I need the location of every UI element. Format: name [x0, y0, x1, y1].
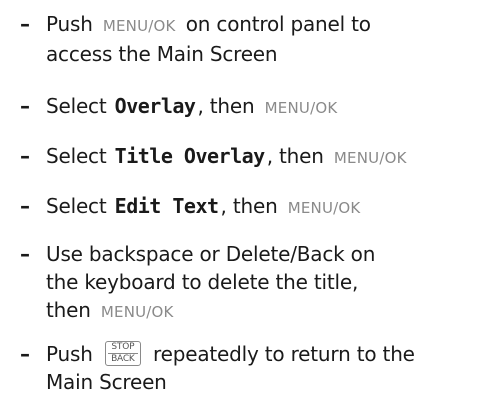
list-item: – Use backspace or Delete/Back on the ke… [20, 240, 480, 326]
bullet-dash: – [20, 194, 30, 218]
instruction-line: access the Main Screen [46, 42, 278, 66]
menu-ok-key: MENU/OK [287, 199, 361, 217]
list-item: – Push STOP BACK repeatedly to return to… [20, 340, 480, 396]
list-item: – Push MENU/OK on control panel to acces… [20, 10, 480, 68]
instruction-line: the keyboard to delete the title, [46, 270, 359, 294]
list-item: – Select Edit Text, then MENU/OK [20, 192, 480, 222]
bullet-dash: – [20, 144, 30, 168]
instruction-line: Select Title Overlay, then MENU/OK [46, 144, 407, 168]
instruction-line: then MENU/OK [46, 298, 174, 322]
instruction-line: Select Edit Text, then MENU/OK [46, 194, 361, 218]
menu-ok-key: MENU/OK [264, 99, 338, 117]
instruction-line: Use backspace or Delete/Back on [46, 242, 376, 266]
menu-term-edit-text: Edit Text [114, 194, 219, 218]
instruction-line: Select Overlay, then MENU/OK [46, 94, 338, 118]
menu-term-overlay: Overlay [114, 94, 196, 118]
bullet-dash: – [20, 94, 30, 118]
menu-ok-key: MENU/OK [333, 149, 407, 167]
list-item: – Select Title Overlay, then MENU/OK [20, 142, 480, 172]
menu-ok-key: MENU/OK [102, 17, 176, 35]
bullet-dash: – [20, 12, 30, 36]
instruction-line: Main Screen [46, 370, 167, 394]
list-item: – Select Overlay, then MENU/OK [20, 92, 480, 122]
menu-term-title-overlay: Title Overlay [114, 144, 266, 168]
instructions-page: – Push MENU/OK on control panel to acces… [0, 0, 489, 408]
bullet-dash: – [20, 342, 30, 366]
menu-ok-key: MENU/OK [100, 303, 174, 321]
bullet-dash: – [20, 242, 30, 266]
instruction-line: Push STOP BACK repeatedly to return to t… [46, 341, 415, 366]
stop-back-key: STOP BACK [104, 341, 141, 366]
instruction-line: Push MENU/OK on control panel to [46, 12, 371, 36]
